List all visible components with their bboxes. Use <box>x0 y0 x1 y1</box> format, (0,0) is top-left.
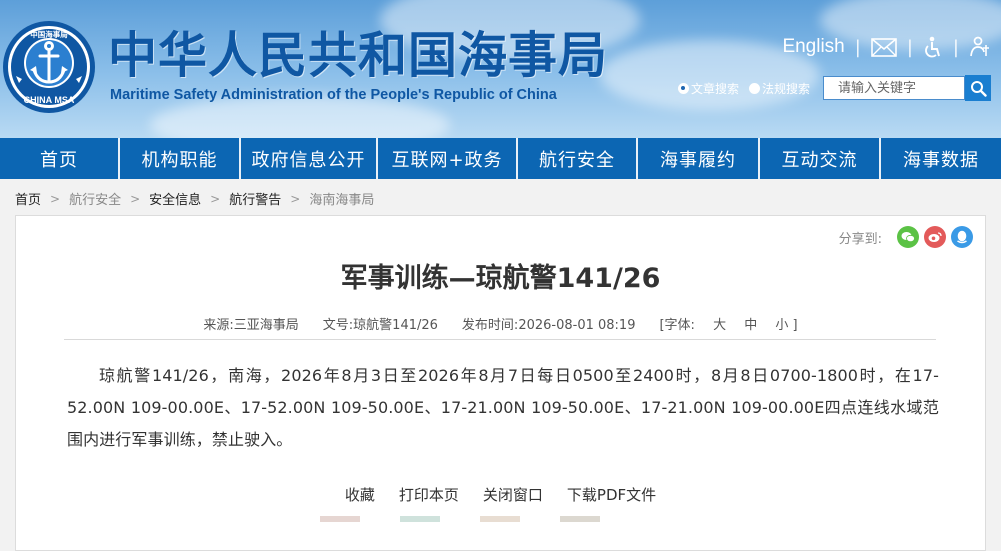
font-large-button[interactable]: 大 <box>713 318 726 333</box>
site-title: 中华人民共和国海事局 <box>108 27 609 84</box>
breadcrumb-safety-info[interactable]: 安全信息 <box>149 189 201 208</box>
share-bar: 分享到: <box>839 226 973 248</box>
divider: | <box>952 36 959 58</box>
close-window-button[interactable]: 关闭窗口 <box>483 484 543 505</box>
share-label: 分享到: <box>838 231 882 247</box>
radio-icon[interactable] <box>678 82 689 94</box>
nav-item-interaction[interactable]: 互动交流 <box>760 138 881 179</box>
elderly-mode-icon[interactable] <box>969 36 991 58</box>
accessibility-icon[interactable] <box>923 36 943 58</box>
search-input[interactable] <box>823 76 966 100</box>
search-type-article[interactable]: 文章搜索 <box>678 80 739 97</box>
chevron-right-icon: > <box>130 191 141 206</box>
divider: | <box>906 36 913 58</box>
article-actions: 收藏 打印本页 关闭窗口 下载PDF文件 <box>16 484 985 505</box>
breadcrumb-navigation-safety[interactable]: 航行安全 <box>69 189 121 208</box>
meta-docno: 文号:琼航警141/26 <box>322 318 438 333</box>
font-medium-button[interactable]: 中 <box>744 318 757 333</box>
header-tools: English | | | <box>782 36 991 58</box>
search-button[interactable] <box>965 75 992 101</box>
logo-text-bottom: CHINA MSA <box>24 95 75 105</box>
font-small-button[interactable]: 小 <box>775 318 788 333</box>
print-button[interactable]: 打印本页 <box>399 484 459 505</box>
nav-item-functions[interactable]: 机构职能 <box>120 138 241 179</box>
nav-item-internet-gov[interactable]: 互联网+政务 <box>378 138 518 179</box>
decorative-stripes <box>320 516 640 522</box>
qq-icon[interactable] <box>951 226 973 248</box>
article-meta: 来源:三亚海事局 文号:琼航警141/26 发布时间:2026-08-01 08… <box>16 314 985 333</box>
radio-icon[interactable] <box>749 82 761 94</box>
site-subtitle: Maritime Safety Administration of the Pe… <box>110 87 557 103</box>
chevron-right-icon: > <box>50 191 61 206</box>
meta-source: 来源:三亚海事局 <box>203 318 299 333</box>
chevron-right-icon: > <box>210 191 221 206</box>
breadcrumb: 首页 > 航行安全 > 安全信息 > 航行警告 > 海南海事局 <box>15 189 374 209</box>
nav-item-gov-info[interactable]: 政府信息公开 <box>241 138 378 179</box>
msa-logo[interactable]: 中国海事局 CHINA MSA <box>2 20 96 114</box>
breadcrumb-nav-warning[interactable]: 航行警告 <box>229 189 281 208</box>
breadcrumb-home[interactable]: 首页 <box>15 189 41 208</box>
download-pdf-button[interactable]: 下载PDF文件 <box>567 484 656 505</box>
breadcrumb-hainan-msa[interactable]: 海南海事局 <box>309 189 374 208</box>
nav-item-data[interactable]: 海事数据 <box>881 138 1001 179</box>
nav-item-navigation-safety[interactable]: 航行安全 <box>518 138 638 179</box>
article-body: 琼航警141/26，南海，2026年8月3日至2026年8月7日每日0500至2… <box>67 366 939 449</box>
article-card: 分享到: 军事训练—琼航警141/26 来源:三亚海事局 文号:琼航警141/2… <box>15 215 986 551</box>
divider <box>64 339 936 340</box>
site-header: 中国海事局 CHINA MSA 中华人民共和国海事局 Maritime Safe… <box>0 0 1001 138</box>
search-bar: 文章搜索 法规搜索 <box>678 75 992 101</box>
main-nav: 首页 机构职能 政府信息公开 互联网+政务 航行安全 海事履约 互动交流 海事数… <box>0 138 1001 179</box>
english-link[interactable]: English <box>782 36 844 58</box>
nav-item-home[interactable]: 首页 <box>0 138 120 179</box>
divider: | <box>854 36 861 58</box>
search-icon <box>970 80 987 97</box>
logo-text-top: 中国海事局 <box>30 29 68 39</box>
article-title: 军事训练—琼航警141/26 <box>340 263 661 294</box>
mail-icon[interactable] <box>871 37 897 57</box>
meta-time: 发布时间:2026-08-01 08:19 <box>461 318 636 333</box>
favorite-button[interactable]: 收藏 <box>345 484 375 505</box>
nav-item-compliance[interactable]: 海事履约 <box>638 138 760 179</box>
weibo-icon[interactable] <box>924 226 946 248</box>
wechat-icon[interactable] <box>897 226 919 248</box>
font-size-switcher: [字体: 大 中 小 ] <box>659 318 798 333</box>
chevron-right-icon: > <box>290 191 301 206</box>
search-type-law[interactable]: 法规搜索 <box>749 80 810 97</box>
